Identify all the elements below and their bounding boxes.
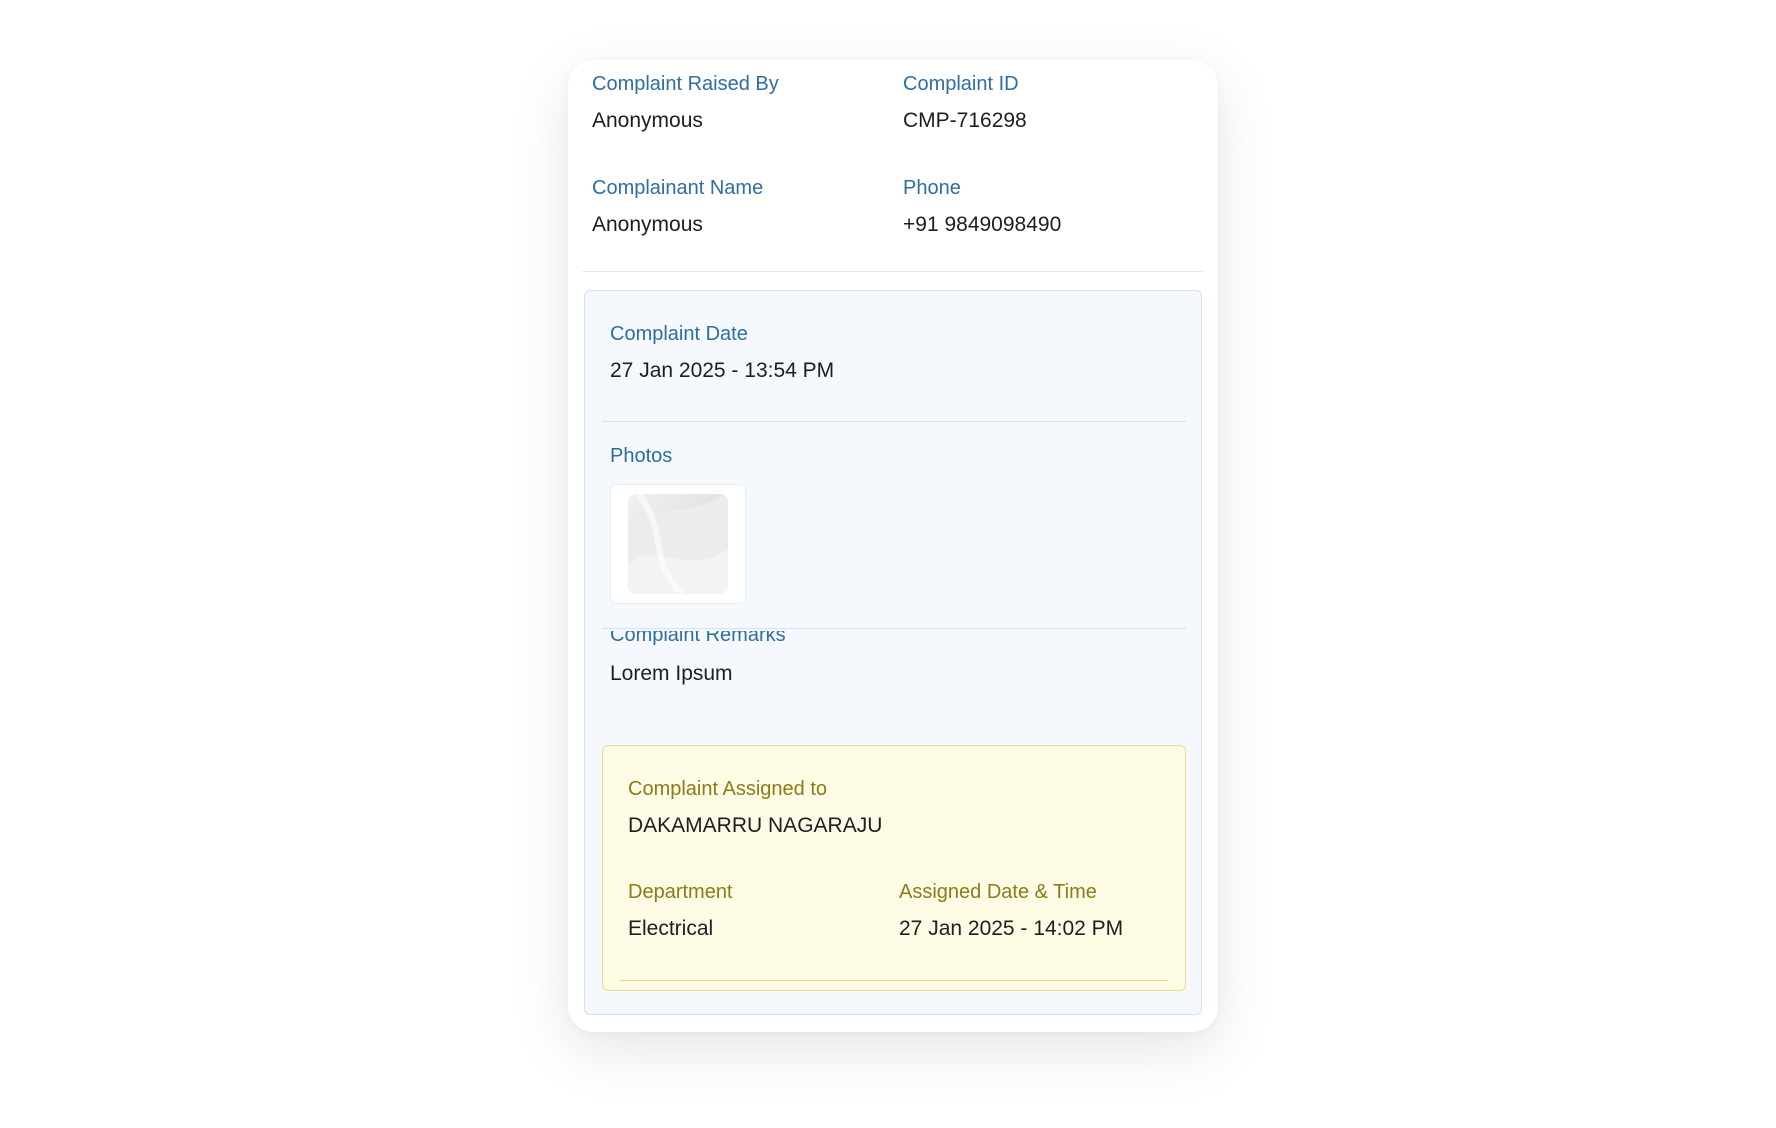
complaint-id-value: CMP-716298	[903, 109, 1027, 132]
complaint-id-label: Complaint ID	[903, 73, 1019, 95]
phone-value: +91 9849098490	[903, 213, 1062, 236]
raised-by-value: Anonymous	[592, 109, 703, 132]
photos-label: Photos	[610, 445, 673, 467]
complainant-name-value: Anonymous	[592, 213, 703, 236]
raised-by-field: Complaint Raised By Anonymous	[592, 72, 779, 134]
remarks-label: Complaint Remarks	[610, 631, 786, 646]
phone-label: Phone	[903, 177, 961, 199]
header-divider	[583, 271, 1203, 272]
assignment-divider	[620, 980, 1168, 981]
photo-thumbnail[interactable]	[610, 484, 746, 604]
department-field: Department Electrical	[628, 880, 733, 942]
date-divider	[602, 421, 1186, 422]
complaint-date-label: Complaint Date	[610, 323, 748, 345]
assigned-datetime-value: 27 Jan 2025 - 14:02 PM	[899, 917, 1124, 940]
photos-field: Photos	[610, 444, 672, 468]
complaint-info-panel: Complaint Date 27 Jan 2025 - 13:54 PM Ph…	[584, 290, 1202, 1015]
complainant-name-field: Complainant Name Anonymous	[592, 176, 763, 238]
complaint-details-card: Complaint Raised By Anonymous Complaint …	[568, 60, 1218, 1032]
image-placeholder-icon	[628, 494, 728, 594]
complaint-date-value: 27 Jan 2025 - 13:54 PM	[610, 359, 835, 382]
department-value: Electrical	[628, 917, 714, 940]
assigned-datetime-field: Assigned Date & Time 27 Jan 2025 - 14:02…	[899, 880, 1123, 942]
photos-divider	[602, 628, 1186, 629]
remarks-label-wrap: Complaint Remarks	[610, 631, 786, 647]
raised-by-label: Complaint Raised By	[592, 73, 779, 95]
department-label: Department	[628, 881, 733, 903]
phone-field: Phone +91 9849098490	[903, 176, 1061, 238]
complainant-name-label: Complainant Name	[592, 177, 764, 199]
complaint-id-field: Complaint ID CMP-716298	[903, 72, 1027, 134]
assigned-datetime-label: Assigned Date & Time	[899, 881, 1097, 903]
complaint-date-field: Complaint Date 27 Jan 2025 - 13:54 PM	[610, 322, 834, 384]
assigned-to-value: DAKAMARRU NAGARAJU	[628, 814, 883, 837]
remarks-value: Lorem Ipsum	[610, 662, 733, 685]
remarks-value-field: Lorem Ipsum	[610, 661, 733, 687]
assignment-panel: Complaint Assigned to DAKAMARRU NAGARAJU…	[602, 745, 1186, 991]
assigned-to-label: Complaint Assigned to	[628, 778, 828, 800]
assigned-to-field: Complaint Assigned to DAKAMARRU NAGARAJU	[628, 777, 882, 839]
